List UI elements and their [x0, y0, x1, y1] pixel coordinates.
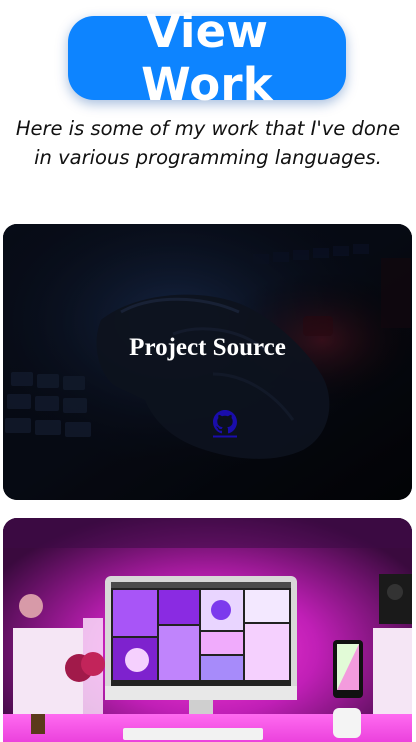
- github-icon: [213, 410, 237, 438]
- view-work-button[interactable]: View Work: [68, 5, 346, 111]
- project-source-link[interactable]: [211, 408, 239, 438]
- project-card[interactable]: Project Source: [3, 224, 412, 500]
- project-title: Project Source: [129, 334, 286, 361]
- desk-setup-monitor-photo: [3, 518, 412, 742]
- intro-text: Here is some of my work that I've done i…: [15, 117, 401, 169]
- project-card[interactable]: [3, 518, 412, 742]
- image-overlay: [3, 224, 412, 500]
